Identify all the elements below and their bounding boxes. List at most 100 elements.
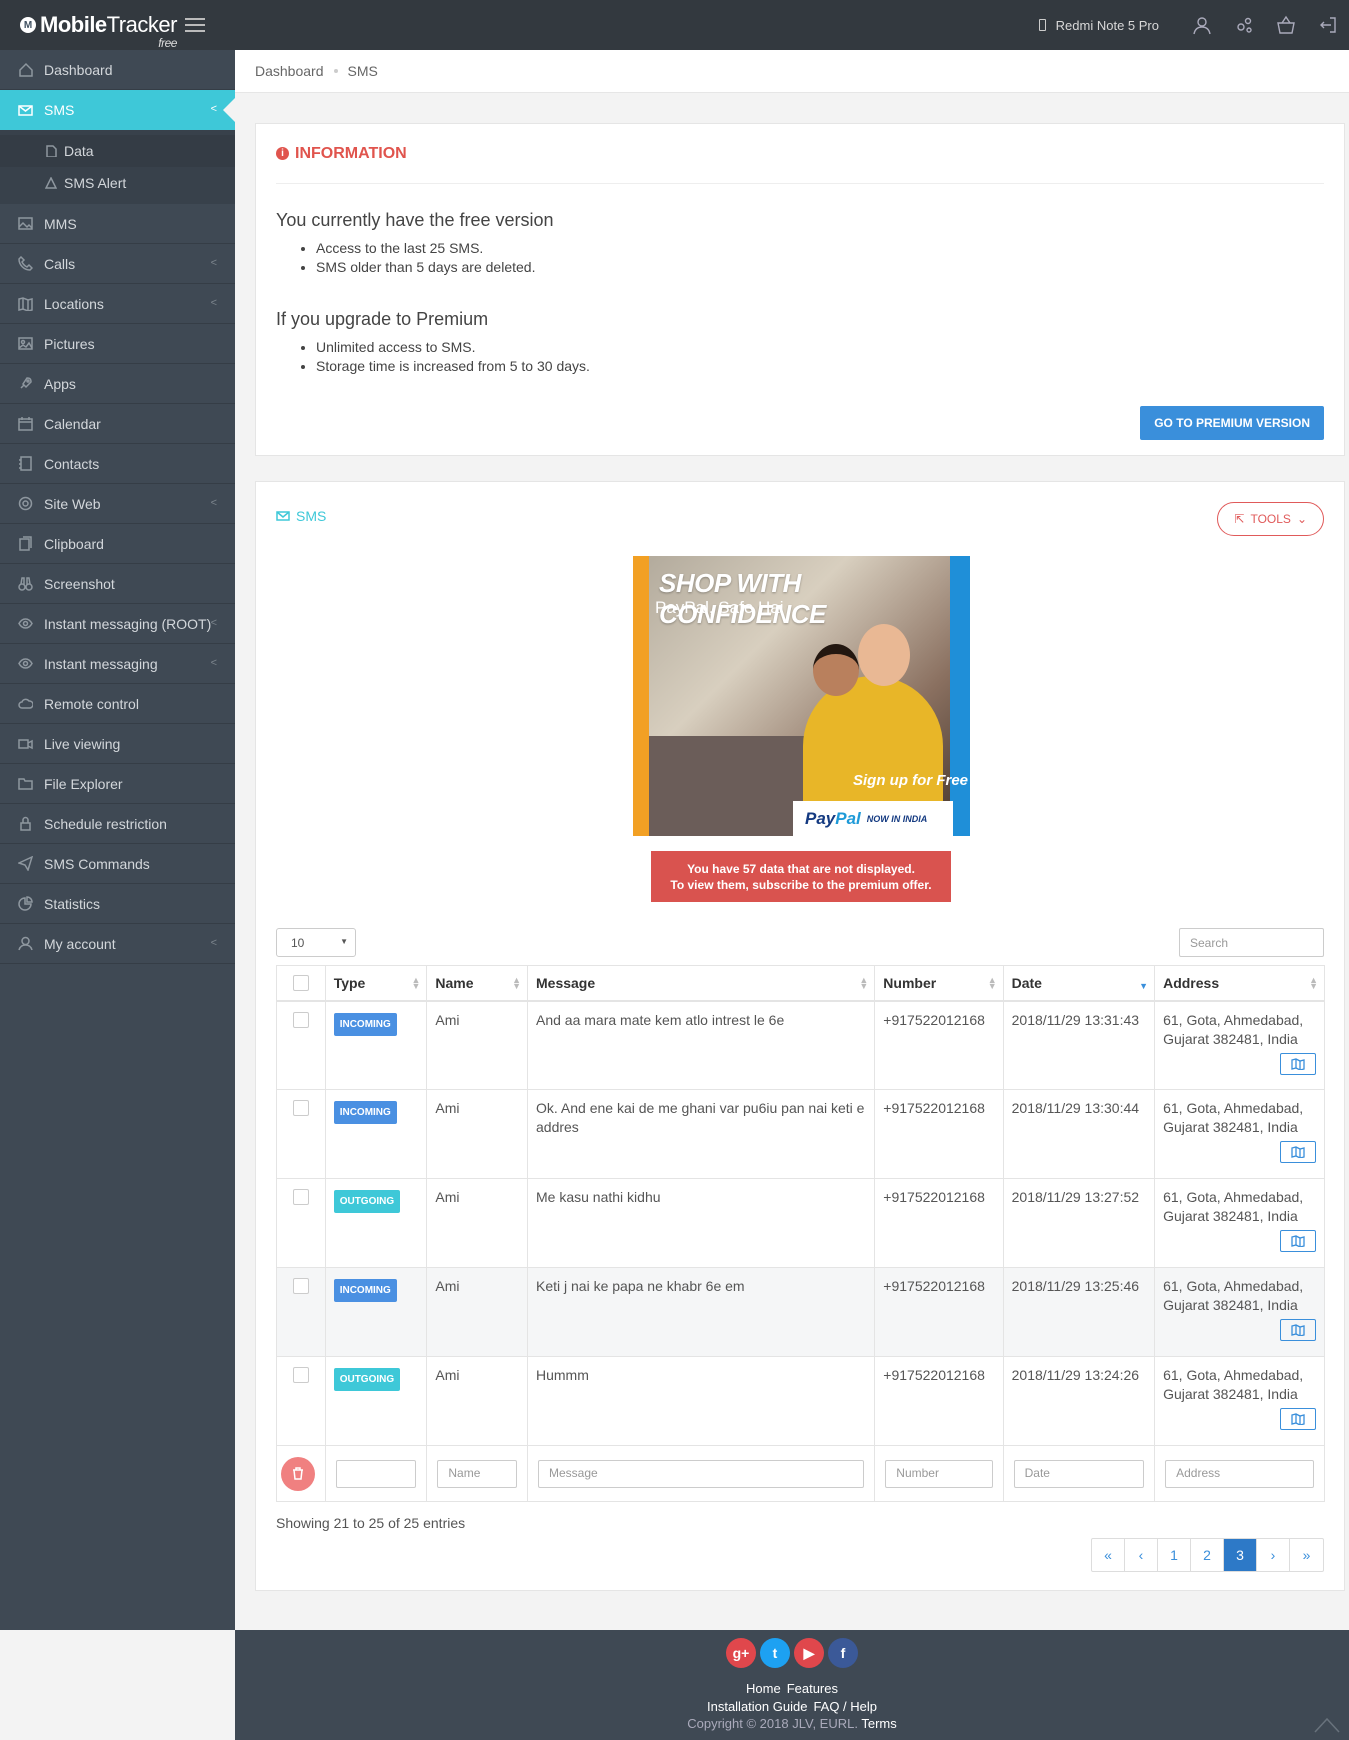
tools-button[interactable]: ⇱ TOOLS ⌄ — [1217, 502, 1324, 536]
column-message[interactable]: Message ▲ ▼ — [526, 965, 876, 1002]
clipboard-icon — [17, 535, 34, 552]
name-filter-input[interactable]: Name — [437, 1459, 517, 1488]
phone-icon — [17, 255, 34, 272]
user-icon — [17, 935, 34, 952]
view-map-button[interactable] — [1280, 1230, 1316, 1252]
sidebar-item-pictures[interactable]: Pictures — [0, 324, 235, 364]
sidebar-item-apps[interactable]: Apps — [0, 364, 235, 404]
message-cell: Keti j nai ke papa ne khabr 6e em — [526, 1267, 876, 1357]
row-checkbox[interactable] — [292, 1367, 309, 1383]
footer-link-home[interactable]: Home — [746, 1681, 781, 1696]
row-checkbox[interactable] — [292, 1100, 309, 1116]
page-link[interactable]: « — [1092, 1539, 1125, 1571]
sidebar-item-calls[interactable]: Calls < — [0, 244, 235, 284]
submenu-item-data[interactable]: Data — [0, 135, 235, 167]
submenu-item-sms-alert[interactable]: SMS Alert — [0, 167, 235, 199]
column-type[interactable]: Type ▲ ▼ — [324, 965, 428, 1002]
date-cell: 2018/11/29 13:27:52 — [1002, 1178, 1156, 1268]
device-selector[interactable]: Redmi Note 5 Pro — [1038, 17, 1181, 33]
view-map-button[interactable] — [1280, 1052, 1316, 1075]
facebook-icon[interactable]: f — [828, 1638, 858, 1668]
delete-button[interactable] — [281, 1456, 315, 1491]
table-row[interactable]: OUTGOING Ami Me kasu nathi kidhu +917522… — [276, 1178, 1325, 1268]
breadcrumb-dashboard[interactable]: Dashboard — [255, 63, 324, 79]
settings-icon[interactable] — [1223, 0, 1265, 50]
go-premium-button[interactable]: GO TO PREMIUM VERSION — [1140, 406, 1324, 440]
row-checkbox[interactable] — [292, 1278, 309, 1294]
date-cell: 2018/11/29 13:31:43 — [1002, 1000, 1156, 1090]
google-plus-icon[interactable]: g+ — [726, 1638, 756, 1668]
app-logo[interactable]: M MobileTracker free — [0, 0, 235, 50]
address-filter-input[interactable]: Address — [1165, 1459, 1314, 1488]
page-link[interactable]: » — [1290, 1539, 1323, 1571]
map-icon — [1291, 1057, 1305, 1070]
sidebar-item-calendar[interactable]: Calendar — [0, 404, 235, 444]
information-panel: i INFORMATION You currently have the fre… — [255, 123, 1345, 456]
sidebar-item-label: Apps — [44, 375, 76, 392]
page-link[interactable]: 3 — [1224, 1539, 1257, 1571]
sidebar-item-statistics[interactable]: Statistics — [0, 884, 235, 924]
sidebar-item-live-viewing[interactable]: Live viewing — [0, 724, 235, 764]
column-address[interactable]: Address ▲ ▼ — [1154, 965, 1325, 1002]
number-filter-input[interactable]: Number — [885, 1459, 993, 1488]
page-size-select[interactable]: 10 — [276, 928, 356, 957]
premium-heading: If you upgrade to Premium — [276, 309, 489, 329]
page-link[interactable]: 2 — [1191, 1539, 1224, 1571]
footer-link-installation-guide[interactable]: Installation Guide — [707, 1699, 807, 1714]
sidebar-item-instant-messaging[interactable]: Instant messaging < — [0, 644, 235, 684]
view-map-button[interactable] — [1280, 1141, 1316, 1163]
advertisement-banner[interactable]: SHOP WITH CONFIDENCE PayPal, Safe Hai Si… — [633, 556, 970, 836]
date-filter-input[interactable]: Date — [1013, 1459, 1145, 1488]
sidebar-item-file-explorer[interactable]: File Explorer — [0, 764, 235, 804]
type-filter-input[interactable] — [335, 1459, 417, 1488]
twitter-icon[interactable]: t — [760, 1638, 790, 1668]
sidebar-item-screenshot[interactable]: Screenshot — [0, 564, 235, 604]
sidebar-item-clipboard[interactable]: Clipboard — [0, 524, 235, 564]
logout-icon[interactable] — [1307, 0, 1349, 50]
view-map-button[interactable] — [1280, 1408, 1316, 1430]
view-map-button[interactable] — [1280, 1319, 1316, 1341]
sidebar-item-dashboard[interactable]: Dashboard — [0, 50, 235, 90]
name-cell: Ami — [426, 1178, 528, 1268]
footer-link-terms[interactable]: Terms — [861, 1716, 896, 1731]
select-all-cell — [276, 965, 326, 1002]
page-link[interactable]: 1 — [1158, 1539, 1191, 1571]
search-input[interactable]: Search — [1179, 928, 1324, 957]
basket-icon[interactable] — [1265, 0, 1307, 50]
table-row[interactable]: INCOMING Ami Keti j nai ke papa ne khabr… — [276, 1267, 1325, 1357]
sidebar-item-locations[interactable]: Locations < — [0, 284, 235, 324]
table-row[interactable]: OUTGOING Ami Hummm +917522012168 2018/11… — [276, 1356, 1325, 1446]
user-icon[interactable] — [1181, 0, 1223, 50]
sidebar-item-instant-messaging-root[interactable]: Instant messaging (ROOT) < — [0, 604, 235, 644]
sidebar-item-contacts[interactable]: Contacts — [0, 444, 235, 484]
phone-icon — [1038, 19, 1046, 31]
sidebar-item-mms[interactable]: MMS — [0, 204, 235, 244]
sidebar-item-my-account[interactable]: My account < — [0, 924, 235, 964]
type-badge: OUTGOING — [333, 1190, 401, 1213]
sidebar-item-schedule-restriction[interactable]: Schedule restriction — [0, 804, 235, 844]
page-link[interactable]: ‹ — [1125, 1539, 1158, 1571]
footer: g+ t ▶ f Home Features Installation Guide FAQ… — [235, 1630, 1349, 1740]
row-checkbox[interactable] — [292, 1189, 309, 1205]
sidebar-item-sms-commands[interactable]: SMS Commands — [0, 844, 235, 884]
column-date[interactable]: Date ▼ — [1002, 965, 1156, 1002]
sidebar-item-site-web[interactable]: Site Web < — [0, 484, 235, 524]
column-number[interactable]: Number ▲ ▼ — [874, 965, 1004, 1002]
youtube-icon[interactable]: ▶ — [794, 1638, 824, 1668]
device-name: Redmi Note 5 Pro — [1055, 17, 1159, 33]
menu-toggle-icon[interactable] — [184, 18, 205, 32]
column-name[interactable]: Name ▲ ▼ — [426, 965, 528, 1002]
table-row[interactable]: INCOMING Ami Ok. And ene kai de me ghani… — [276, 1089, 1325, 1179]
table-row[interactable]: INCOMING Ami And aa mara mate kem atlo i… — [276, 1000, 1325, 1090]
row-checkbox[interactable] — [292, 1011, 309, 1028]
select-all-checkbox[interactable] — [292, 974, 309, 991]
page-link[interactable]: › — [1257, 1539, 1290, 1571]
map-icon — [17, 295, 34, 312]
footer-link-features[interactable]: Features — [787, 1681, 838, 1696]
sidebar-item-sms[interactable]: SMS < — [0, 90, 235, 130]
sidebar-item-remote-control[interactable]: Remote control — [0, 684, 235, 724]
ad-signup-link[interactable]: Sign up for Free — [853, 772, 968, 789]
footer-link-faq[interactable]: FAQ / Help — [813, 1699, 877, 1714]
scroll-to-top-icon[interactable] — [1313, 1716, 1341, 1734]
message-filter-input[interactable]: Message — [538, 1459, 865, 1488]
